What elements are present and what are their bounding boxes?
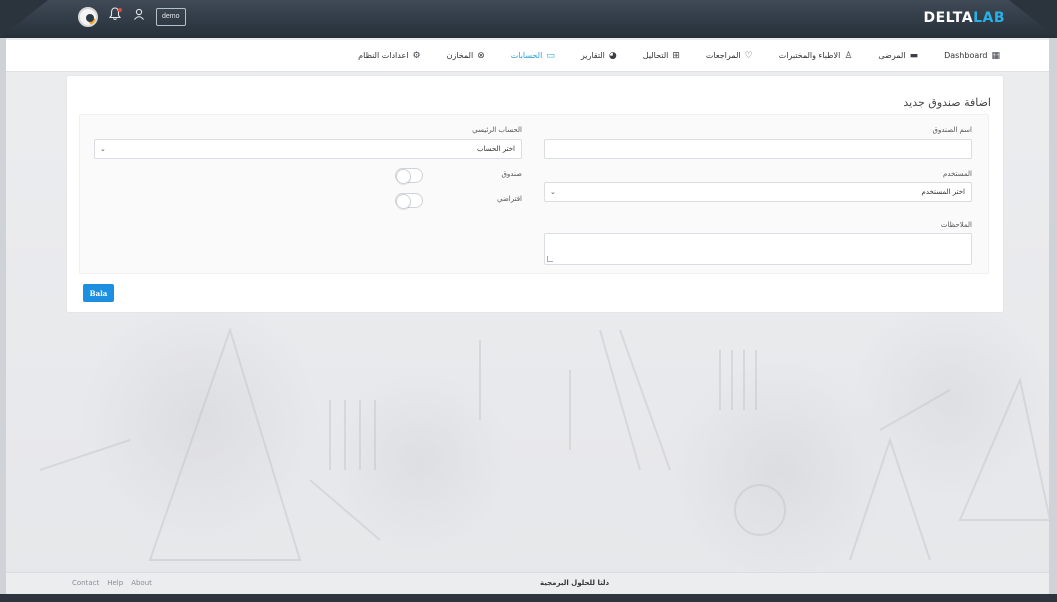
avatar[interactable] [78, 7, 98, 27]
footer-company: دلتا للحلول البرمجية [540, 579, 610, 587]
nav-item-label: التقارير [580, 51, 605, 60]
briefcase-medical-icon: ⊞ [672, 50, 680, 61]
pie-chart-icon: ◕ [608, 50, 617, 61]
notes-label: الملاحظات [940, 221, 972, 229]
user-icon[interactable] [132, 7, 146, 27]
chevron-down-icon: ⌄ [100, 145, 106, 153]
nav-item-label: Dashboard [944, 51, 988, 60]
user-menu-button[interactable]: demo [156, 8, 186, 26]
window-frame-right [1049, 38, 1057, 598]
topbar-edge-right [1009, 0, 1057, 38]
nav-item-patients[interactable]: ▬ المرضى [865, 51, 931, 61]
window-frame-left [0, 38, 6, 598]
nav-item-reports[interactable]: ◕ التقارير [568, 51, 630, 61]
notification-dot [118, 8, 122, 12]
form-panel: اسم الصندوق المستخدم اختر المستخدم ⌄ الم… [79, 114, 989, 274]
save-button[interactable]: Bala [83, 284, 114, 302]
brand-logo[interactable]: DELTALAB [923, 10, 1005, 26]
box-name-label: اسم الصندوق [932, 126, 972, 134]
nav-item-dashboard[interactable]: ▦ Dashboard [931, 51, 1013, 61]
notes-textarea[interactable] [544, 233, 972, 265]
page-title: اضافة صندوق جديد [903, 96, 991, 109]
footer-link-contact[interactable]: Contact [72, 579, 99, 587]
default-toggle[interactable] [395, 193, 423, 209]
nav-item-system-settings[interactable]: ⚙ اعدادات النظام [345, 51, 433, 61]
topbar-user-area: demo [78, 7, 186, 27]
nav-item-label: المرضى [878, 51, 906, 60]
box-name-input[interactable] [544, 139, 972, 159]
footer-link-about[interactable]: About [131, 579, 152, 587]
bed-icon: ▬ [909, 50, 919, 61]
nav-item-tests[interactable]: ⊞ التحاليل [630, 51, 693, 61]
nav-item-label: المخازن [446, 51, 474, 60]
brand-part2: LAB [973, 10, 1005, 26]
chevron-down-icon: ⌄ [550, 188, 556, 196]
nav-item-label: المراجعات [705, 51, 741, 60]
doctor-icon: ♙ [844, 50, 853, 61]
nav-item-label: التحاليل [642, 51, 669, 60]
gear-icon: ⚙ [412, 50, 421, 61]
footer: Contact Help About دلتا للحلول البرمجية [6, 572, 1049, 594]
dashboard-grid-icon: ▦ [991, 50, 1000, 61]
heart-pulse-icon: ♡ [744, 50, 753, 61]
nav-item-reviews[interactable]: ♡ المراجعات [693, 51, 766, 61]
main-account-select[interactable]: اختر الحساب ⌄ [94, 139, 522, 159]
nav-item-accounts[interactable]: ▭ الحسابات [498, 51, 568, 61]
default-toggle-label: افتراضي [497, 195, 522, 203]
window-frame-bottom [0, 594, 1057, 602]
top-bar: demo DELTALAB [0, 0, 1057, 38]
user-select-value: اختر المستخدم [921, 188, 965, 196]
footer-links: Contact Help About [72, 579, 152, 587]
main-account-label: الحساب الرئيسي [472, 126, 522, 134]
nav-item-label: الحسابات [510, 51, 543, 60]
nav-item-label: اعدادات النظام [358, 51, 409, 60]
box-toggle-label: صندوق [501, 170, 522, 178]
box-toggle[interactable] [395, 168, 423, 184]
warehouse-icon: ⊗ [477, 50, 485, 61]
topbar-edge-left [0, 0, 48, 38]
brand-part1: DELTA [923, 10, 974, 26]
nav-item-doctors-labs[interactable]: ♙ الاطباء والمختبرات [766, 51, 866, 61]
nav-item-label: الاطباء والمختبرات [778, 51, 841, 60]
add-box-card: اضافة صندوق جديد اسم الصندوق المستخدم اخ… [67, 76, 1003, 312]
user-label: المستخدم [942, 170, 972, 178]
money-icon: ▭ [546, 50, 555, 61]
nav-item-warehouses[interactable]: ⊗ المخازن [434, 51, 498, 61]
bell-icon[interactable] [108, 7, 122, 27]
main-account-select-value: اختر الحساب [476, 145, 515, 153]
footer-link-help[interactable]: Help [107, 579, 123, 587]
user-select[interactable]: اختر المستخدم ⌄ [544, 182, 972, 202]
main-navigation: ▦ Dashboard ▬ المرضى ♙ الاطباء والمختبرا… [6, 40, 1049, 72]
